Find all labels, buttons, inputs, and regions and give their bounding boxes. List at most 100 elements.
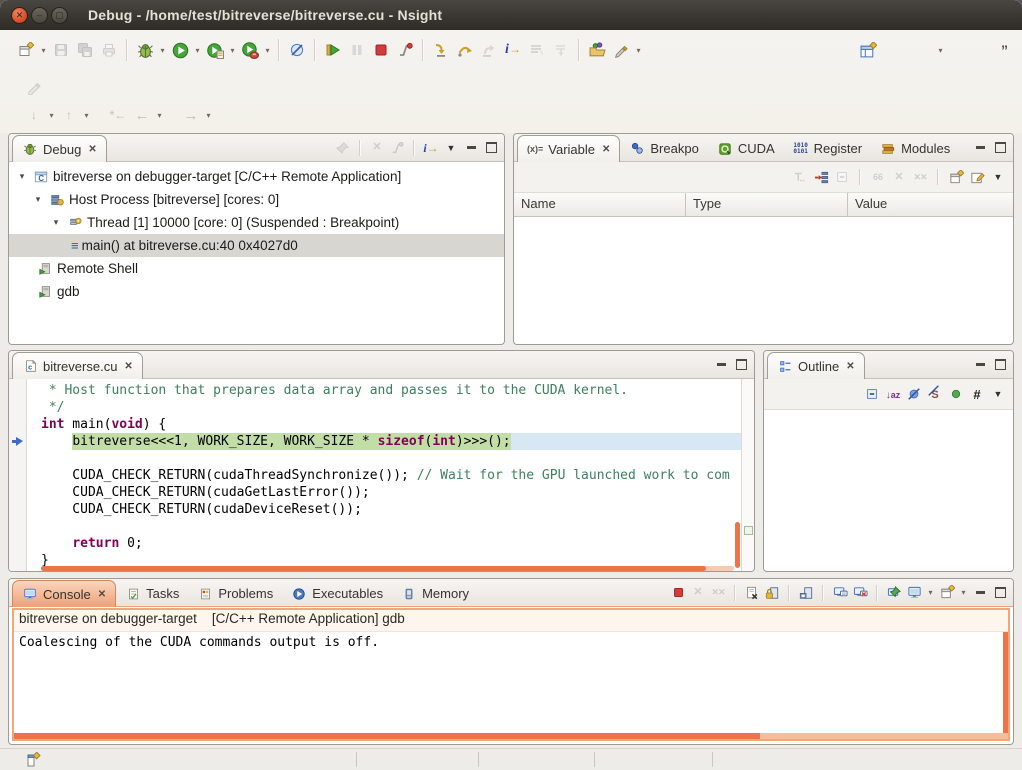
tab-close-icon[interactable]: ✕ bbox=[602, 144, 610, 155]
editor-overview-ruler[interactable] bbox=[741, 379, 754, 572]
remove-all-button[interactable]: ✕✕ bbox=[911, 168, 929, 186]
tab-variables[interactable]: (x)= Variable ✕ bbox=[517, 135, 620, 162]
open-console-button[interactable] bbox=[938, 584, 956, 602]
window-close-button[interactable]: ✕ bbox=[11, 7, 28, 24]
window-minimize-button[interactable]: – bbox=[31, 7, 48, 24]
show-console-on-stdout-toggle[interactable] bbox=[831, 584, 849, 602]
tab-cuda[interactable]: CUDA bbox=[708, 136, 784, 161]
minimize-view-button[interactable] bbox=[971, 584, 989, 602]
console-output[interactable]: Coalescing of the CUDA commands output i… bbox=[14, 632, 1008, 733]
hide-inactive-button[interactable]: # bbox=[968, 385, 986, 403]
clear-console-button[interactable] bbox=[743, 584, 761, 602]
pin-view-button[interactable] bbox=[334, 139, 352, 157]
run-dropdown[interactable]: ▾ bbox=[192, 38, 203, 62]
add-global-variables-button[interactable] bbox=[812, 168, 830, 186]
remove-selected-button[interactable]: ✕ bbox=[890, 168, 908, 186]
tab-tasks[interactable]: Tasks bbox=[116, 581, 188, 606]
watch-expression-button[interactable]: 66 bbox=[869, 168, 887, 186]
tab-debug[interactable]: Debug ✕ bbox=[12, 135, 107, 162]
save-button[interactable] bbox=[49, 38, 73, 62]
resume-button[interactable] bbox=[321, 38, 345, 62]
open-element-button[interactable] bbox=[585, 38, 609, 62]
maximize-view-button[interactable] bbox=[482, 139, 500, 157]
tree-row-stack-frame[interactable]: ≡ main() at bitreverse.cu:40 0x4027d0 bbox=[9, 234, 504, 257]
editor-horizontal-scrollbar[interactable] bbox=[41, 566, 734, 571]
skip-all-breakpoints-button[interactable] bbox=[285, 38, 309, 62]
show-console-on-stderr-toggle[interactable] bbox=[851, 584, 869, 602]
remove-launch-button[interactable]: ✕ bbox=[689, 584, 707, 602]
pin-console-button[interactable] bbox=[885, 584, 903, 602]
new-wizard-button[interactable] bbox=[14, 38, 38, 62]
view-menu-button[interactable]: ▼ bbox=[989, 385, 1007, 403]
debug-dropdown[interactable]: ▾ bbox=[157, 38, 168, 62]
perspective-dropdown[interactable]: ▾ bbox=[935, 38, 946, 62]
code-area[interactable]: * Host function that prepares data array… bbox=[27, 379, 741, 572]
remove-all-launches-button[interactable]: ✕✕ bbox=[709, 584, 727, 602]
edit-expression-button[interactable] bbox=[968, 168, 986, 186]
tab-executables[interactable]: Executables bbox=[282, 581, 392, 606]
step-into-button[interactable] bbox=[429, 38, 453, 62]
console-vertical-scrollbar[interactable] bbox=[1003, 632, 1008, 733]
tab-problems[interactable]: Problems bbox=[188, 581, 282, 606]
tree-row-gdb[interactable]: gdb bbox=[9, 280, 504, 303]
view-menu-button[interactable]: ▼ bbox=[442, 139, 460, 157]
mark-occurrences-pencil-button[interactable] bbox=[22, 75, 46, 99]
word-wrap-button[interactable] bbox=[797, 584, 815, 602]
open-perspective-button[interactable] bbox=[856, 38, 880, 62]
new-expression-button[interactable] bbox=[947, 168, 965, 186]
tab-close-icon[interactable]: ✕ bbox=[124, 361, 132, 372]
tab-outline[interactable]: Outline ✕ bbox=[767, 352, 865, 379]
display-console-button[interactable] bbox=[905, 584, 923, 602]
tree-row-host-process[interactable]: ▾ Host Process [bitreverse] [cores: 0] bbox=[9, 188, 504, 211]
open-console-dropdown[interactable]: ▾ bbox=[958, 581, 969, 605]
save-all-button[interactable] bbox=[73, 38, 97, 62]
previous-annotation-button[interactable]: ↑ bbox=[57, 103, 81, 127]
variables-table-body[interactable] bbox=[514, 217, 1013, 337]
terminate-console-button[interactable] bbox=[669, 584, 687, 602]
editor-left-ruler[interactable] bbox=[9, 379, 27, 572]
column-type[interactable]: Type bbox=[686, 193, 848, 216]
use-step-filters-button[interactable] bbox=[525, 38, 549, 62]
outline-body[interactable] bbox=[764, 410, 1013, 570]
tab-close-icon[interactable]: ✕ bbox=[98, 589, 106, 600]
overview-annotation[interactable] bbox=[744, 526, 753, 535]
tab-close-icon[interactable]: ✕ bbox=[846, 361, 854, 372]
collapse-all-button[interactable] bbox=[863, 385, 881, 403]
maximize-view-button[interactable] bbox=[991, 356, 1009, 374]
terminate-button[interactable] bbox=[369, 38, 393, 62]
instruction-stepping-button[interactable]: i→ bbox=[501, 38, 525, 62]
tree-row-launch[interactable]: ▾ C bitreverse on debugger-target [C/C++… bbox=[9, 165, 504, 188]
debug-tree[interactable]: ▾ C bitreverse on debugger-target [C/C++… bbox=[9, 162, 504, 303]
minimize-view-button[interactable] bbox=[462, 139, 480, 157]
hide-fields-button[interactable] bbox=[905, 385, 923, 403]
step-return-button[interactable] bbox=[477, 38, 501, 62]
run-analysis-dropdown[interactable]: ▾ bbox=[262, 38, 273, 62]
back-button[interactable]: ← bbox=[130, 103, 154, 127]
console-horizontal-scrollbar[interactable] bbox=[14, 733, 1008, 739]
forward-button[interactable]: → bbox=[179, 103, 203, 127]
maximize-view-button[interactable] bbox=[732, 356, 750, 374]
tab-close-icon[interactable]: ✕ bbox=[88, 144, 96, 155]
back-dropdown[interactable]: ▾ bbox=[154, 103, 165, 127]
profile-button[interactable] bbox=[203, 38, 227, 62]
expander-icon[interactable]: ▾ bbox=[49, 217, 63, 228]
scroll-lock-button[interactable] bbox=[763, 584, 781, 602]
debug-button[interactable] bbox=[133, 38, 157, 62]
run-button[interactable] bbox=[168, 38, 192, 62]
tab-memory[interactable]: Memory bbox=[392, 581, 478, 606]
collapse-all-button[interactable] bbox=[833, 168, 851, 186]
maximize-view-button[interactable] bbox=[991, 584, 1009, 602]
disconnect-all-button[interactable] bbox=[388, 139, 406, 157]
minimize-view-button[interactable] bbox=[712, 356, 730, 374]
tab-breakpoints[interactable]: Breakpo bbox=[620, 136, 707, 161]
sort-button[interactable]: ↓az bbox=[884, 385, 902, 403]
next-annotation-button[interactable]: ↓ bbox=[22, 103, 46, 127]
step-over-button[interactable] bbox=[453, 38, 477, 62]
print-button[interactable] bbox=[97, 38, 121, 62]
hide-static-members-button[interactable]: S bbox=[926, 385, 944, 403]
suspend-button[interactable] bbox=[345, 38, 369, 62]
perspective-overflow-chevron[interactable]: ” bbox=[1001, 42, 1008, 58]
display-console-dropdown[interactable]: ▾ bbox=[925, 581, 936, 605]
disconnect-button[interactable] bbox=[393, 38, 417, 62]
marker-occurrences-button[interactable] bbox=[609, 38, 633, 62]
